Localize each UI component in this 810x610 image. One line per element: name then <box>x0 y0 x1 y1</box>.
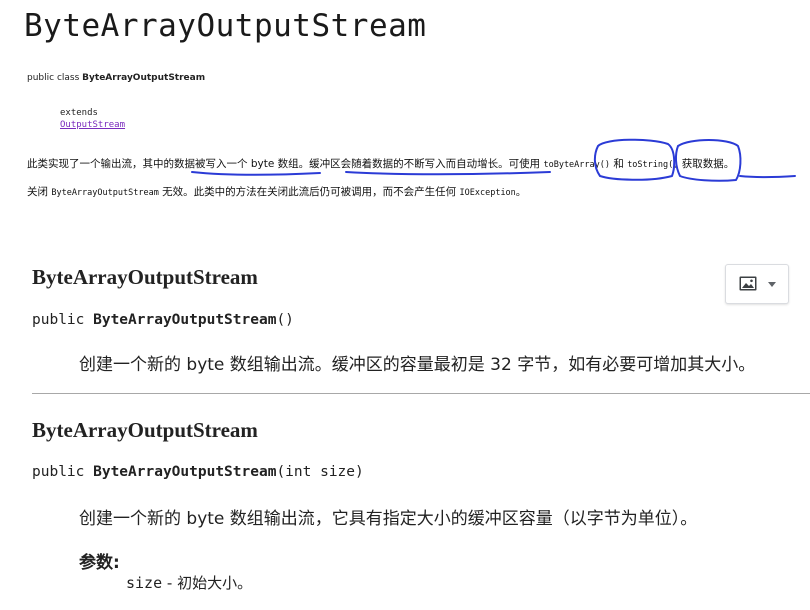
inline-code: IOException <box>459 188 516 198</box>
section-divider <box>32 393 810 394</box>
inline-code: ByteArrayOutputStream <box>51 188 159 198</box>
parameters-label: 参数: <box>79 553 120 573</box>
description-text: 无效。此类中的方法在关闭此流后仍可被调用，而不会产生任何 <box>158 186 460 198</box>
class-name: ByteArrayOutputStream <box>82 73 206 83</box>
parameter-name: size <box>126 574 163 592</box>
image-icon <box>739 276 757 291</box>
image-dropdown-button[interactable] <box>725 264 789 304</box>
extends-keyword: extends <box>60 108 98 118</box>
class-modifiers: public class <box>27 73 80 83</box>
class-description-line-1: 此类实现了一个输出流，其中的数据被写入一个 byte 数组。缓冲区会随着数据的不… <box>27 156 734 171</box>
signature-params: (int size) <box>276 464 364 480</box>
signature-name: ByteArrayOutputStream <box>93 464 277 480</box>
description-text: 和 <box>610 158 628 170</box>
constructor-signature: public ByteArrayOutputStream(int size) <box>32 464 364 480</box>
parameter-description: - 初始大小。 <box>162 574 253 592</box>
inline-code: toString() <box>627 160 679 170</box>
constructor-heading: ByteArrayOutputStream <box>32 418 258 442</box>
caret-down-icon <box>768 282 776 287</box>
class-declaration: public class ByteArrayOutputStream <box>27 73 205 83</box>
constructor-description: 创建一个新的 byte 数组输出流，它具有指定大小的缓冲区容量（以字节为单位）。 <box>79 509 698 529</box>
description-text: 此类实现了一个输出流，其中的数据被写入一个 byte 数组。缓冲区会随着数据的不… <box>27 158 544 170</box>
constructor-description: 创建一个新的 byte 数组输出流。缓冲区的容量最初是 32 字节，如有必要可增… <box>79 355 756 375</box>
underline-mark <box>739 175 796 179</box>
page-title: ByteArrayOutputStream <box>24 8 427 44</box>
constructor-signature: public ByteArrayOutputStream() <box>32 312 294 328</box>
signature-modifier: public <box>32 464 94 480</box>
description-text: 获取数据。 <box>678 158 735 170</box>
signature-name: ByteArrayOutputStream <box>93 312 277 328</box>
parameter-entry: size - 初始大小。 <box>126 572 252 593</box>
superclass-link[interactable]: OutputStream <box>60 120 125 130</box>
class-description-line-2: 关闭 ByteArrayOutputStream 无效。此类中的方法在关闭此流后… <box>27 184 526 199</box>
underline-mark <box>345 171 551 176</box>
signature-params: () <box>276 312 294 328</box>
underline-mark <box>191 171 321 176</box>
description-text: 关闭 <box>27 186 52 198</box>
constructor-heading: ByteArrayOutputStream <box>32 265 258 289</box>
inline-code: toByteArray() <box>543 160 610 170</box>
signature-modifier: public <box>32 312 94 328</box>
description-text: 。 <box>515 186 527 198</box>
